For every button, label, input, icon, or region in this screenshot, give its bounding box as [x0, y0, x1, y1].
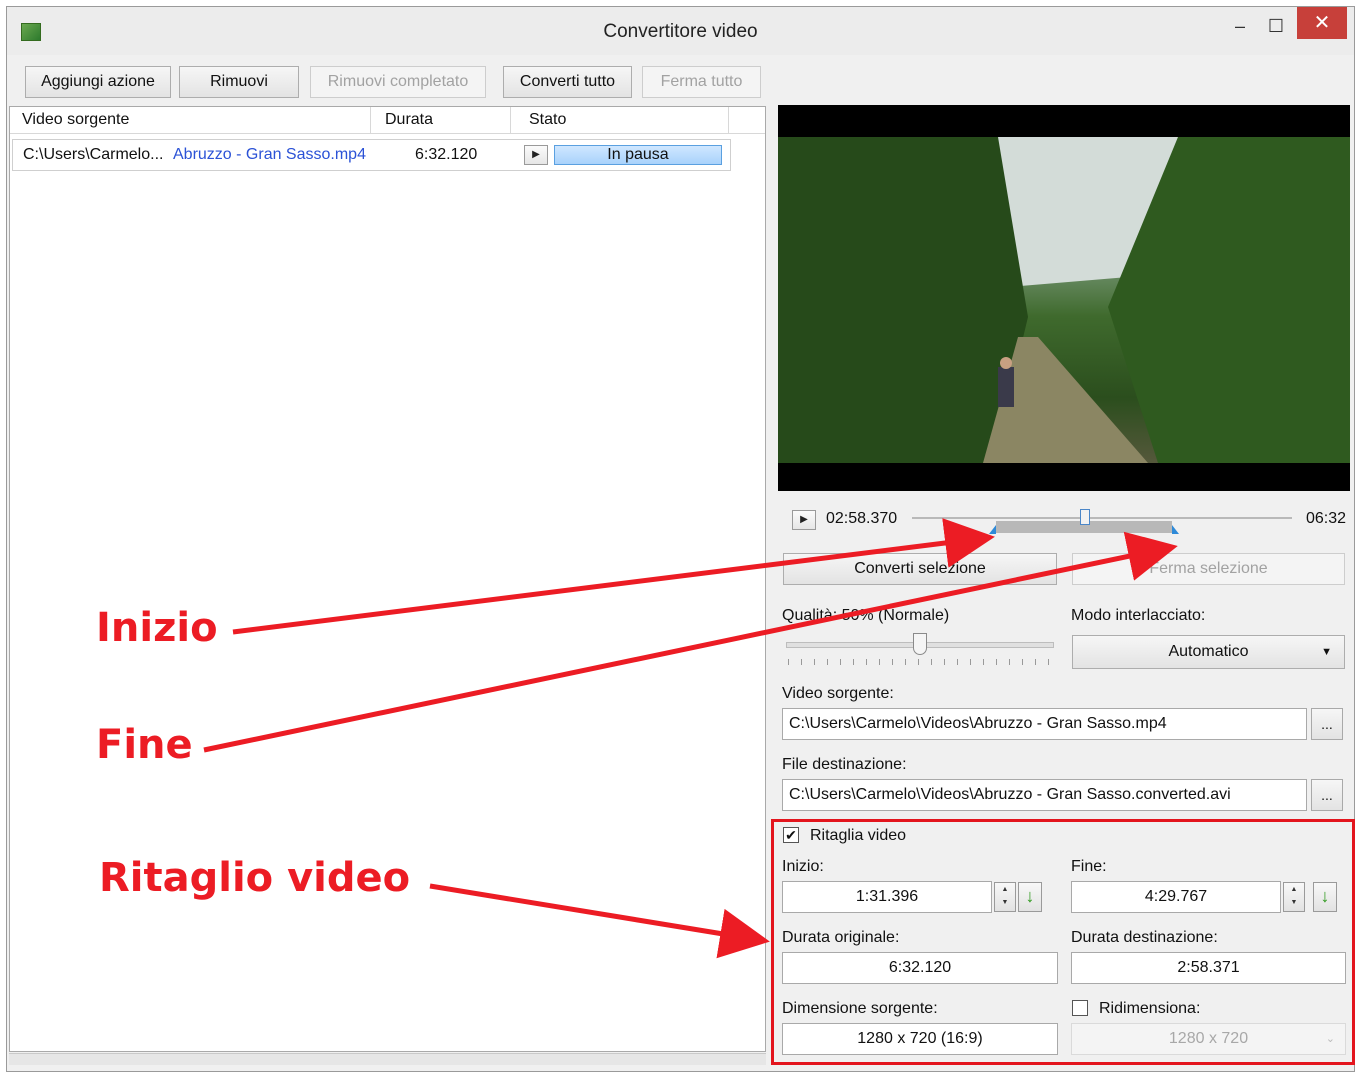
- resize-checkbox[interactable]: [1072, 1000, 1088, 1016]
- maximize-icon[interactable]: ☐: [1261, 13, 1291, 39]
- trim-checkbox-label: Ritaglia video: [810, 827, 907, 844]
- set-end-download-icon[interactable]: ↓: [1313, 882, 1337, 912]
- trim-end-spinner[interactable]: ▲ ▼: [1283, 882, 1305, 912]
- interlace-label: Modo interlacciato:: [1071, 607, 1206, 624]
- current-time: 02:58.370: [826, 510, 898, 527]
- orig-duration-label: Durata originale:: [782, 929, 900, 946]
- scene-hiker: [998, 367, 1014, 407]
- annotation-start-text: Inizio: [96, 605, 218, 651]
- minimize-icon[interactable]: –: [1225, 13, 1255, 39]
- interlace-dropdown[interactable]: Automatico ▼: [1072, 635, 1345, 669]
- row-file-name: Abruzzo - Gran Sasso.mp4: [173, 146, 366, 163]
- selection-end-marker[interactable]: [1172, 525, 1180, 534]
- quality-slider-thumb[interactable]: [913, 633, 927, 655]
- row-status-progress: In pausa: [554, 145, 722, 165]
- table-row[interactable]: C:\Users\Carmelo... Abruzzo - Gran Sasso…: [12, 139, 731, 171]
- seek-thumb[interactable]: [1079, 509, 1090, 525]
- row-duration: 6:32.120: [415, 146, 478, 163]
- destination-path-field[interactable]: C:\Users\Carmelo\Videos\Abruzzo - Gran S…: [782, 779, 1307, 811]
- trim-start-field[interactable]: 1:31.396: [782, 881, 992, 913]
- source-browse-button[interactable]: ...: [1311, 708, 1343, 740]
- selection-start-marker[interactable]: [988, 525, 996, 534]
- stop-selection-button[interactable]: Ferma selezione: [1072, 553, 1345, 585]
- video-frame: [778, 137, 1350, 463]
- source-label: Video sorgente:: [782, 685, 894, 702]
- resize-chevron-down-icon: ⌄: [1325, 1033, 1335, 1045]
- resize-label: Ridimensiona:: [1099, 1000, 1201, 1017]
- chevron-down-icon: ▼: [1321, 646, 1332, 658]
- scene-trees-left: [778, 137, 1028, 463]
- video-scene-image: [778, 137, 1350, 463]
- video-timebar: ▶ 02:58.370 06:32: [778, 500, 1350, 534]
- trim-end-label: Fine:: [1071, 858, 1107, 875]
- preview-play-icon[interactable]: ▶: [792, 510, 816, 530]
- add-action-button[interactable]: Aggiungi azione: [25, 66, 171, 98]
- annotation-end-text: Fine: [96, 722, 193, 768]
- convert-all-button[interactable]: Converti tutto: [503, 66, 632, 98]
- column-header-status[interactable]: Stato: [511, 107, 729, 133]
- horizontal-scrollbar[interactable]: [9, 1053, 766, 1065]
- annotation-trim-text: Ritaglio video: [99, 855, 411, 901]
- trim-end-field[interactable]: 4:29.767: [1071, 881, 1281, 913]
- set-start-download-icon[interactable]: ↓: [1018, 882, 1042, 912]
- resize-dropdown[interactable]: 1280 x 720 ⌄: [1071, 1023, 1346, 1055]
- convert-selection-button[interactable]: Converti selezione: [783, 553, 1057, 585]
- header-divider: [10, 133, 765, 134]
- quality-ticks: [788, 659, 1052, 665]
- interlace-value: Automatico: [1168, 643, 1249, 660]
- dest-duration-label: Durata destinazione:: [1071, 929, 1218, 946]
- resize-value: 1280 x 720: [1168, 1030, 1249, 1047]
- seek-track[interactable]: [912, 509, 1292, 534]
- video-preview: [778, 105, 1350, 491]
- trim-checkbox[interactable]: ✔: [783, 827, 799, 843]
- column-header-source[interactable]: Video sorgente: [10, 107, 371, 133]
- quality-label: Qualità: 50% (Normale): [782, 607, 950, 624]
- destination-browse-button[interactable]: ...: [1311, 779, 1343, 811]
- window-title: Convertitore video: [603, 21, 758, 42]
- row-path-prefix: C:\Users\Carmelo...: [23, 146, 164, 163]
- remove-button[interactable]: Rimuovi: [179, 66, 299, 98]
- trim-start-spinner[interactable]: ▲ ▼: [994, 882, 1016, 912]
- row-play-icon[interactable]: ▶: [524, 145, 548, 165]
- source-size-field: 1280 x 720 (16:9): [782, 1023, 1058, 1055]
- dest-duration-field: 2:58.371: [1071, 952, 1346, 984]
- source-size-label: Dimensione sorgente:: [782, 1000, 938, 1017]
- remove-completed-button[interactable]: Rimuovi completato: [310, 66, 486, 98]
- destination-label: File destinazione:: [782, 756, 907, 773]
- close-icon[interactable]: ✕: [1297, 7, 1347, 39]
- title-bar: Convertitore video – ☐ ✕: [7, 7, 1354, 55]
- trim-start-label: Inizio:: [782, 858, 824, 875]
- orig-duration-field: 6:32.120: [782, 952, 1058, 984]
- conversion-list[interactable]: Video sorgente Durata Stato C:\Users\Car…: [9, 106, 766, 1052]
- source-path-field[interactable]: C:\Users\Carmelo\Videos\Abruzzo - Gran S…: [782, 708, 1307, 740]
- column-header-duration[interactable]: Durata: [371, 107, 511, 133]
- total-time: 06:32: [1306, 510, 1347, 527]
- stop-all-button[interactable]: Ferma tutto: [642, 66, 761, 98]
